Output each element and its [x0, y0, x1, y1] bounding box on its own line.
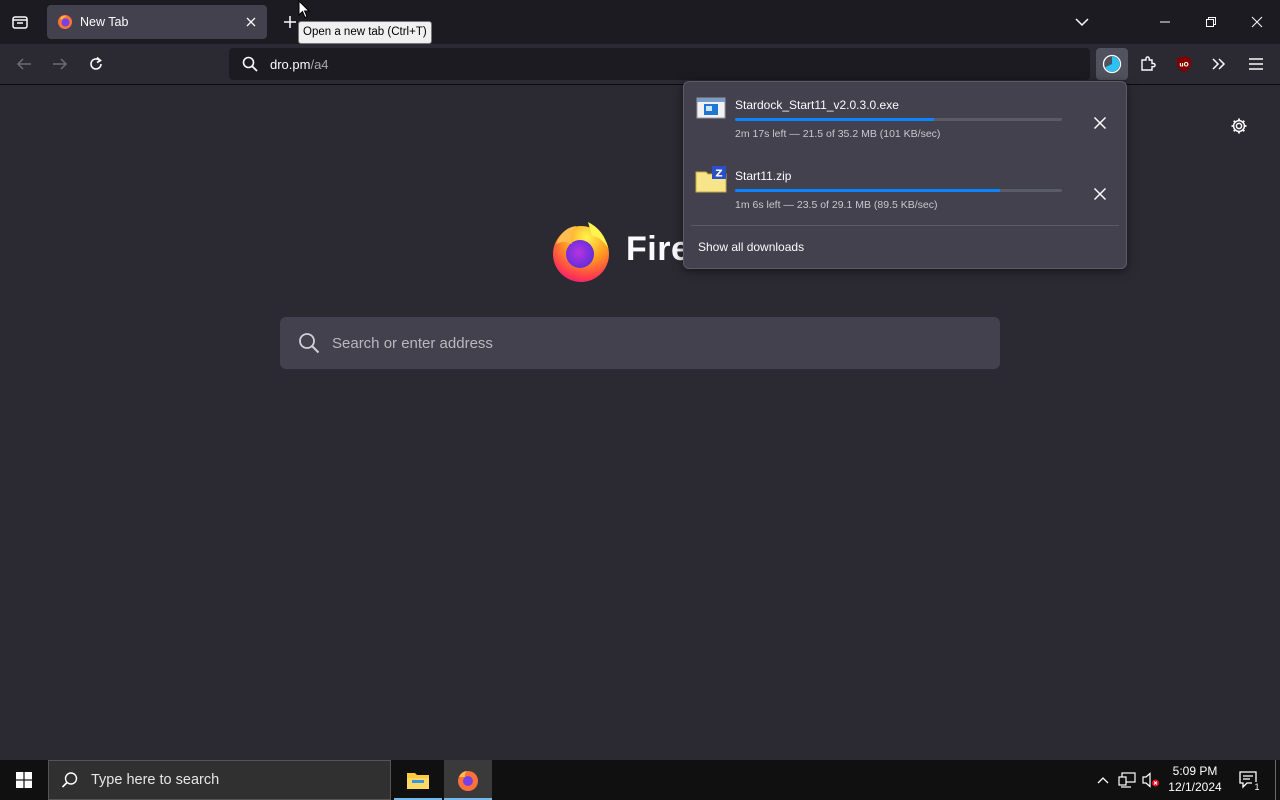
- firefox-view-button[interactable]: [6, 8, 34, 36]
- downloads-panel: Stardock_Start11_v2.0.3.0.exe 2m 17s lef…: [683, 81, 1127, 269]
- firefox-view-icon: [12, 16, 28, 29]
- folder-icon: [407, 773, 429, 789]
- ublock-origin-button[interactable]: uO: [1170, 50, 1198, 78]
- download-item[interactable]: Stardock_Start11_v2.0.3.0.exe 2m 17s lef…: [684, 82, 1126, 146]
- chevron-down-icon: [1075, 18, 1089, 27]
- tab-strip: New Tab: [0, 0, 1280, 44]
- tab-close-button[interactable]: [243, 14, 259, 30]
- notification-count-badge: 1: [1252, 782, 1262, 792]
- download-filename: Start11.zip: [735, 169, 792, 183]
- restore-button[interactable]: [1196, 8, 1226, 36]
- show-all-downloads-link[interactable]: Show all downloads: [698, 240, 804, 254]
- taskbar-search-box[interactable]: Type here to search: [48, 760, 391, 800]
- ublock-shield-icon: uO: [1177, 56, 1191, 72]
- download-item[interactable]: Z Start11.zip 1m 6s left — 23.5 of 29.1 …: [684, 153, 1126, 217]
- windows-logo-icon: [16, 772, 32, 788]
- taskbar-search-placeholder: Type here to search: [91, 772, 220, 788]
- download-progress-bar: [735, 189, 1062, 192]
- zip-file-icon: Z: [695, 166, 727, 193]
- start-button[interactable]: [0, 760, 48, 800]
- network-icon: [1118, 772, 1136, 788]
- back-button[interactable]: [10, 50, 38, 78]
- taskbar-file-explorer[interactable]: [394, 760, 442, 800]
- extensions-button[interactable]: [1134, 50, 1162, 78]
- chevron-up-icon: [1097, 777, 1109, 784]
- speaker-muted-icon: [1142, 772, 1159, 788]
- exe-file-icon: [696, 97, 726, 119]
- download-status: 1m 6s left — 23.5 of 29.1 MB (89.5 KB/se…: [735, 199, 938, 211]
- download-progress-icon: [1102, 54, 1122, 74]
- double-chevron-right-icon: [1212, 58, 1226, 70]
- tab-new-tab[interactable]: New Tab: [47, 5, 267, 39]
- download-filename: Stardock_Start11_v2.0.3.0.exe: [735, 98, 899, 112]
- volume-tray-button[interactable]: [1142, 771, 1160, 789]
- url-host: dro.pm: [270, 56, 311, 72]
- puzzle-icon: [1141, 56, 1156, 71]
- firefox-favicon-icon: [58, 15, 72, 29]
- panel-divider: [691, 225, 1119, 226]
- show-hidden-icons-button[interactable]: [1094, 771, 1112, 789]
- gear-icon: [1231, 118, 1247, 134]
- brand-wordmark: Fire: [626, 230, 691, 268]
- svg-text:uO: uO: [1179, 62, 1188, 69]
- download-status: 2m 17s left — 21.5 of 35.2 MB (101 KB/se…: [735, 128, 941, 140]
- list-all-tabs-button[interactable]: [1067, 8, 1097, 36]
- app-menu-button[interactable]: [1242, 50, 1270, 78]
- newtab-search-input[interactable]: Search or enter address: [280, 317, 1000, 369]
- url-text: dro.pm/a4: [270, 57, 329, 72]
- show-desktop-button[interactable]: [1275, 760, 1276, 800]
- search-placeholder: Search or enter address: [332, 334, 493, 352]
- mouse-cursor-icon: [298, 0, 310, 19]
- minimize-button[interactable]: [1150, 8, 1180, 36]
- search-icon: [242, 56, 258, 72]
- hamburger-menu-icon: [1249, 58, 1263, 70]
- minimize-icon: [1160, 21, 1170, 23]
- close-icon: [1251, 16, 1263, 28]
- cancel-download-button[interactable]: [1088, 182, 1112, 206]
- plus-icon: [284, 16, 296, 28]
- download-progress-fill: [735, 118, 935, 121]
- close-icon: [246, 17, 256, 27]
- search-icon: [299, 333, 320, 354]
- svg-text:Z: Z: [715, 169, 722, 180]
- clock-date: 12/1/2024: [1168, 780, 1222, 794]
- reload-icon: [90, 56, 102, 70]
- cancel-download-button[interactable]: [1088, 111, 1112, 135]
- arrow-left-icon: [16, 58, 31, 70]
- forward-button[interactable]: [46, 50, 74, 78]
- search-icon: [61, 772, 78, 788]
- downloads-button[interactable]: [1096, 48, 1128, 80]
- taskbar-firefox[interactable]: [444, 760, 492, 800]
- taskbar: Type here to search 5:09 PM 12/1/2024 1: [0, 760, 1280, 800]
- close-window-button[interactable]: [1242, 8, 1272, 36]
- navigation-toolbar: dro.pm/a4 uO: [0, 44, 1280, 85]
- arrow-right-icon: [53, 58, 68, 70]
- url-path: /a4: [310, 56, 329, 72]
- address-bar[interactable]: dro.pm/a4: [229, 48, 1090, 80]
- close-icon: [1093, 187, 1107, 201]
- firefox-logo-icon: [458, 771, 478, 791]
- restore-icon: [1206, 17, 1216, 27]
- reload-button[interactable]: [82, 50, 110, 78]
- download-progress-fill: [735, 189, 1000, 192]
- clock-time: 5:09 PM: [1172, 764, 1218, 778]
- personalize-newtab-button[interactable]: [1228, 115, 1250, 137]
- close-icon: [1093, 116, 1107, 130]
- more-tools-button[interactable]: [1205, 50, 1233, 78]
- new-tab-tooltip: Open a new tab (Ctrl+T): [298, 21, 432, 44]
- tab-title: New Tab: [80, 15, 129, 29]
- firefox-logo-icon: [553, 222, 609, 282]
- taskbar-clock[interactable]: 5:09 PM 12/1/2024: [1166, 763, 1224, 795]
- download-progress-bar: [735, 118, 1062, 121]
- network-tray-button[interactable]: [1118, 771, 1136, 789]
